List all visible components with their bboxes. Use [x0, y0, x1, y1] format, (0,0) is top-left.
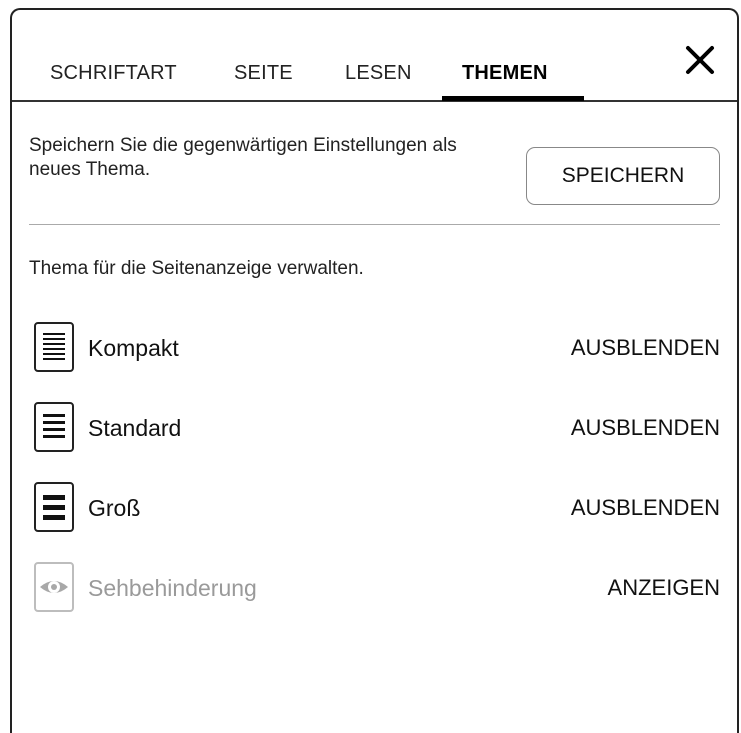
divider [29, 224, 720, 225]
active-tab-indicator [442, 96, 584, 101]
close-button[interactable] [680, 40, 720, 80]
tab-lesen[interactable]: LESEN [345, 62, 412, 85]
standard-lines-icon [34, 402, 74, 452]
save-button[interactable]: SPEICHERN [526, 147, 720, 205]
settings-tabs: SCHRIFTART SEITE LESEN THEMEN [12, 10, 737, 102]
large-lines-icon [34, 482, 74, 532]
theme-name: Groß [88, 495, 141, 521]
theme-name: Sehbehinderung [88, 575, 257, 601]
theme-name: Standard [88, 415, 182, 441]
manage-themes-heading: Thema für die Seitenanzeige verwalten. [29, 258, 364, 279]
theme-row-sehbehinderung: Sehbehinderung ANZEIGEN [34, 562, 720, 616]
save-theme-description: Speichern Sie die gegenwärtigen Einstell… [29, 135, 457, 180]
theme-name: Kompakt [88, 335, 179, 361]
hide-theme-button[interactable]: AUSBLENDEN [571, 495, 720, 521]
theme-row-standard: Standard AUSBLENDEN [34, 402, 720, 456]
theme-settings-panel: SCHRIFTART SEITE LESEN THEMEN Speichern … [10, 8, 739, 733]
tab-schriftart[interactable]: SCHRIFTART [50, 62, 177, 85]
tab-seite[interactable]: SEITE [234, 62, 293, 85]
hide-theme-button[interactable]: AUSBLENDEN [571, 415, 720, 441]
theme-row-gross: Groß AUSBLENDEN [34, 482, 720, 536]
compact-lines-icon [34, 322, 74, 372]
show-theme-button[interactable]: ANZEIGEN [608, 575, 720, 601]
eye-icon [34, 562, 74, 612]
tab-themen[interactable]: THEMEN [462, 62, 548, 85]
close-icon [686, 46, 714, 74]
theme-row-kompakt: Kompakt AUSBLENDEN [34, 322, 720, 376]
hide-theme-button[interactable]: AUSBLENDEN [571, 335, 720, 361]
